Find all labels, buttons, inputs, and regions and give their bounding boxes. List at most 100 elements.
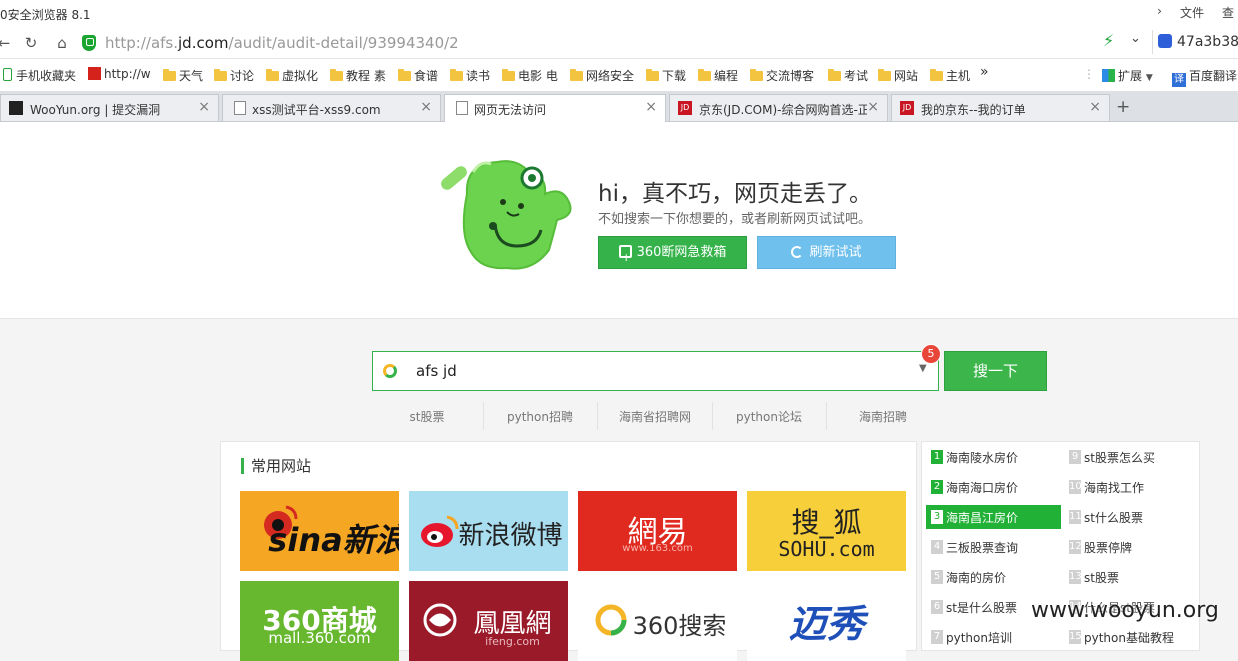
suggestion-link[interactable]: 海南招聘 [828, 408, 938, 426]
bookmark-folder[interactable]: 编程 [698, 67, 738, 84]
close-icon[interactable]: × [1089, 99, 1101, 115]
paw-icon[interactable] [1158, 34, 1172, 48]
hot-search-item[interactable]: 1 海南陵水房价 [926, 445, 1061, 469]
site-tile-sina[interactable]: sina新浪 [240, 491, 399, 571]
site-tile-163[interactable]: 網易 www.163.com [578, 491, 737, 571]
reload-icon[interactable]: ↻ [21, 33, 41, 53]
bookmark-folder[interactable]: 考试 [828, 67, 868, 84]
divider [483, 402, 484, 430]
refresh-button[interactable]: 刷新试试 [757, 236, 896, 269]
site-tile-360mall[interactable]: 360商城 mall.360.com [240, 581, 399, 661]
vertical-dots-icon[interactable]: ⋮ [1083, 67, 1095, 81]
bookmark-folder[interactable]: 讨论 [214, 67, 254, 84]
address-bar: ← ↻ ⌂ http://afs.jd.com/audit/audit-deta… [0, 28, 1238, 59]
bookmark-folder[interactable]: 电影 电 [502, 67, 558, 84]
hot-search-item[interactable]: 7 python培训 [926, 625, 1061, 649]
tile-label: 搜_狐 [791, 506, 862, 539]
url-field[interactable]: http://afs.jd.com/audit/audit-detail/939… [80, 31, 1145, 55]
tile-label: 新浪微博 [458, 521, 563, 551]
folder-icon [502, 69, 515, 81]
extension-area[interactable]: 47a3b38 [1152, 30, 1238, 54]
first-aid-icon [618, 242, 632, 273]
bookmark-http[interactable]: http://w [88, 67, 151, 81]
suggestion-link[interactable]: st股票 [372, 408, 482, 426]
folder-icon [450, 69, 463, 81]
close-icon[interactable]: × [420, 99, 432, 115]
bookmark-mobile[interactable]: 手机收藏夹 [3, 67, 76, 84]
bookmark-folder[interactable]: 下载 [646, 67, 686, 84]
extension-text: 47a3b38 [1177, 34, 1238, 50]
tile-sublabel: SOHU.com [778, 537, 875, 561]
hot-search-item[interactable]: 4 三板股票查询 [926, 535, 1061, 559]
window-title: 0安全浏览器 8.1 [0, 8, 91, 22]
home-icon[interactable]: ⌂ [52, 33, 72, 53]
site-tile-maixiu[interactable]: 迈秀 [747, 581, 906, 661]
site-tile-ifeng[interactable]: 鳳凰網 ifeng.com [409, 581, 568, 661]
bookmark-folder[interactable]: 网络安全 [570, 67, 634, 84]
divider [712, 402, 713, 430]
caret-down-icon[interactable]: ▼ [919, 363, 927, 374]
back-icon[interactable]: ← [0, 33, 14, 53]
suggestion-link[interactable]: python论坛 [714, 408, 824, 426]
bookmark-folder[interactable]: 网站 [878, 67, 918, 84]
divider [826, 402, 827, 430]
search-input[interactable] [416, 358, 906, 384]
shield-icon[interactable] [82, 35, 96, 51]
bookmarks-more-button[interactable]: » [980, 64, 989, 80]
folder-icon [266, 69, 279, 81]
bookmark-folder[interactable]: 读书 [450, 67, 490, 84]
search-box: ▼ [372, 351, 939, 391]
tile-sublabel: mall.360.com [268, 629, 371, 647]
hot-search-item[interactable]: 10 海南找工作 [1064, 475, 1199, 499]
tab-xss[interactable]: xss测试平台-xss9.com × [222, 94, 441, 121]
tab-error-page[interactable]: 网页无法访问 × [444, 94, 666, 122]
tab-jd-orders[interactable]: JD 我的京东--我的订单 × [891, 94, 1110, 121]
menu-file[interactable]: 文件 [1176, 4, 1208, 21]
search-button[interactable]: 搜一下 [944, 351, 1047, 391]
hot-search-item[interactable]: 15 python基础教程 [1064, 625, 1199, 649]
chevron-down-icon[interactable]: ⌄ [1130, 31, 1141, 46]
phone-icon [3, 68, 12, 81]
bookmark-folder[interactable]: 食谱 [398, 67, 438, 84]
translate-icon: 译 [1172, 73, 1186, 87]
lightning-icon[interactable]: ⚡ [1103, 31, 1114, 50]
bookmark-folder[interactable]: 虚拟化 [266, 67, 318, 84]
hot-search-item[interactable]: 9 st股票怎么买 [1064, 445, 1199, 469]
suggestion-link[interactable]: 海南省招聘网 [599, 408, 711, 426]
menu-view[interactable]: 查 [1218, 4, 1238, 21]
common-sites-title: 常用网站 [241, 458, 311, 474]
close-icon[interactable]: × [867, 99, 879, 115]
close-icon[interactable]: × [198, 99, 210, 115]
bookmark-folder[interactable]: 教程 素 [330, 67, 386, 84]
error-subtitle: 不如搜索一下你想要的，或者刷新网页试试吧。 [598, 212, 872, 227]
tile-label: sina新浪 [268, 521, 399, 559]
bookmark-folder[interactable]: 主机 [930, 67, 970, 84]
tile-label: 迈秀 [788, 602, 865, 646]
hot-search-item[interactable]: 12 股票停牌 [1064, 535, 1199, 559]
bookmark-folder[interactable]: 天气 [163, 67, 203, 84]
hot-search-item[interactable]: 11 st什么股票 [1064, 505, 1199, 529]
hot-search-item-selected[interactable]: 3 海南昌江房价 [926, 505, 1061, 529]
extensions-button[interactable]: 扩展 ▼ [1102, 67, 1153, 84]
folder-icon [930, 69, 943, 81]
tab-jd-home[interactable]: JD 京东(JD.COM)-综合网购首选-正 × [669, 94, 888, 121]
network-rescue-button[interactable]: 360断网急救箱 [598, 236, 747, 273]
hot-search-item[interactable]: 13 st股票 [1064, 565, 1199, 589]
translate-button[interactable]: 译百度翻译 [1172, 67, 1237, 87]
tab-wooyun[interactable]: WooYun.org | 提交漏洞 × [0, 94, 219, 121]
suggestion-link[interactable]: python招聘 [485, 408, 595, 426]
hot-search-item[interactable]: 5 海南的房价 [926, 565, 1061, 589]
page-icon [456, 101, 468, 115]
chevron-right-icon[interactable]: › [1153, 4, 1166, 21]
tile-label: 360搜索 [632, 612, 727, 640]
site-tile-360search[interactable]: 360搜索 [578, 581, 737, 661]
tab-strip: WooYun.org | 提交漏洞 × xss测试平台-xss9.com × 网… [0, 92, 1238, 122]
site-tile-weibo[interactable]: 新浪微博 [409, 491, 568, 571]
site-tile-sohu[interactable]: 搜_狐 SOHU.com [747, 491, 906, 571]
close-icon[interactable]: × [645, 99, 657, 115]
new-tab-button[interactable]: + [1116, 97, 1130, 117]
url-text[interactable]: http://afs.jd.com/audit/audit-detail/939… [105, 34, 459, 52]
hot-search-item[interactable]: 2 海南海口房价 [926, 475, 1061, 499]
bookmark-folder[interactable]: 交流博客 [750, 67, 814, 84]
jd-icon: JD [678, 101, 692, 115]
